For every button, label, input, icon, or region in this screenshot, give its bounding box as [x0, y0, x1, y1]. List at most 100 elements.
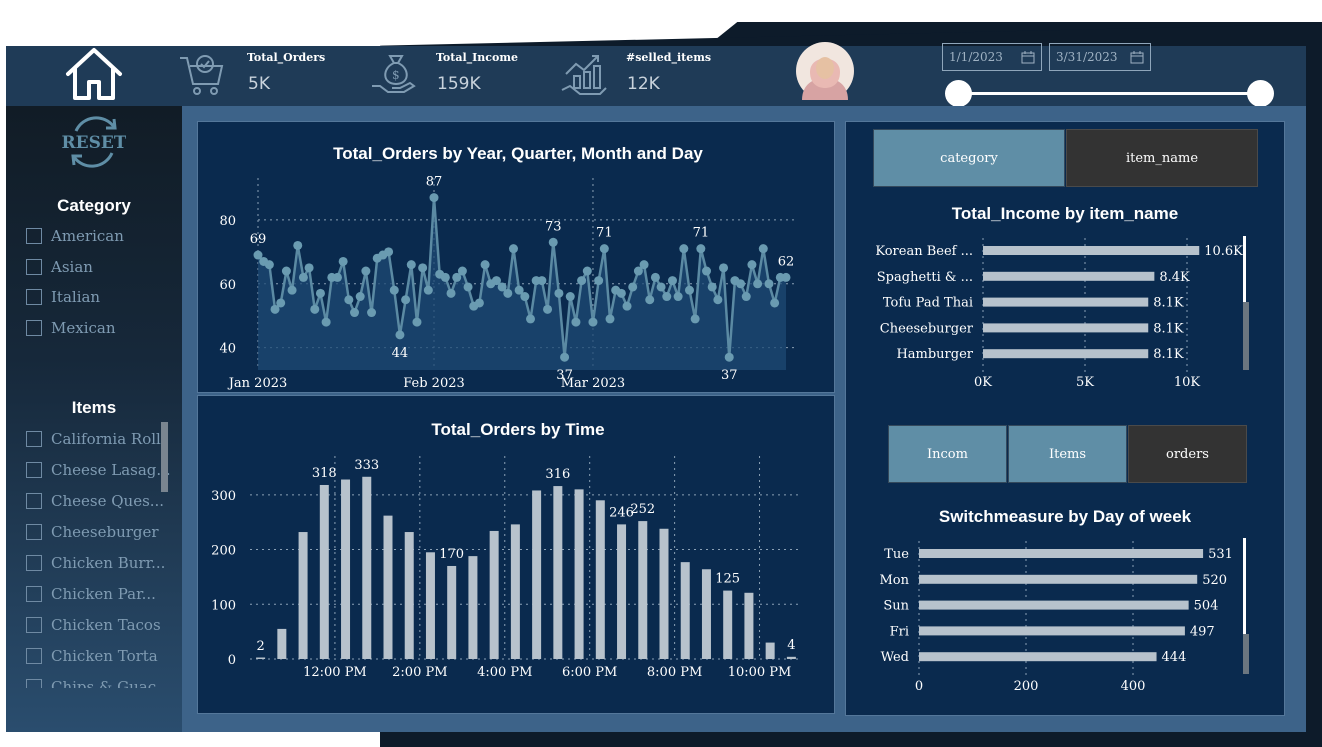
date-slider-end-handle[interactable]	[1247, 80, 1274, 107]
item-option[interactable]: Chicken Tacos	[26, 616, 161, 634]
reset-button[interactable]: RESET	[62, 111, 126, 171]
data-point	[702, 266, 712, 276]
category-checkbox[interactable]	[26, 258, 42, 275]
item-checkbox[interactable]	[26, 648, 42, 664]
category-option[interactable]: American	[26, 227, 124, 245]
item-option[interactable]: Chicken Par...	[26, 585, 156, 603]
bar	[468, 556, 478, 659]
bar-value-label: 316	[545, 467, 570, 482]
y-tick-label: 40	[219, 342, 236, 357]
data-point	[770, 298, 780, 308]
category-checkbox[interactable]	[26, 228, 42, 244]
data-point	[395, 330, 405, 340]
category-label: American	[51, 227, 124, 245]
item-option[interactable]: Cheese Lasag...	[26, 461, 171, 479]
category-option[interactable]: Asian	[26, 258, 93, 276]
item-checkbox[interactable]	[26, 462, 42, 478]
bar	[532, 490, 542, 659]
data-point	[321, 317, 331, 327]
bar-value-label: 252	[630, 502, 655, 517]
calendar-icon[interactable]	[1021, 50, 1035, 64]
data-label: 69	[250, 232, 267, 247]
item-checkbox[interactable]	[26, 617, 42, 633]
item-checkbox[interactable]	[26, 586, 42, 602]
data-point	[616, 288, 626, 298]
bar	[919, 549, 1204, 558]
data-label: 62	[778, 254, 795, 269]
bar	[919, 626, 1185, 636]
data-point	[537, 276, 547, 286]
switch-chart-scrollbar-thumb[interactable]	[1243, 538, 1246, 634]
bar	[919, 574, 1198, 584]
category-checkbox[interactable]	[26, 289, 42, 306]
kpi-income-label: Total_Income	[436, 51, 518, 64]
data-point	[645, 295, 655, 305]
y-tick-label: 60	[219, 278, 236, 293]
category-option[interactable]: Italian	[26, 288, 100, 306]
category-title: Category	[57, 196, 131, 215]
date-slider-start-handle[interactable]	[945, 80, 972, 107]
data-point	[423, 285, 433, 295]
item-checkbox[interactable]	[26, 555, 42, 571]
filter-sidebar: RESET Category American Asian Italian Mexic…	[6, 106, 182, 732]
orders-by-date-chart: 406080Jan 2023 Feb 2023 Mar 20236944877337…	[219, 175, 798, 391]
bar	[744, 592, 754, 659]
bar	[489, 530, 499, 659]
end-date-input[interactable]: 3/31/2023	[1049, 43, 1151, 71]
bar	[277, 628, 287, 659]
category-option[interactable]: Mexican	[26, 319, 116, 337]
kpi-items-value: 12K	[627, 74, 660, 94]
items-scrollbar[interactable]	[161, 422, 168, 492]
calendar-icon[interactable]	[1130, 50, 1144, 64]
y-tick-label: 100	[211, 598, 236, 613]
home-icon[interactable]	[62, 46, 126, 102]
item-option[interactable]: Chicken Torta	[26, 647, 158, 665]
category-checkbox[interactable]	[26, 320, 42, 337]
reset-label: RESET	[62, 133, 126, 153]
data-label: 87	[426, 175, 443, 190]
bar	[510, 524, 520, 659]
item-option[interactable]: Chips & Guac...	[26, 678, 170, 688]
data-point	[310, 304, 320, 314]
bar-value-label: 520	[1202, 573, 1227, 588]
data-point	[594, 276, 604, 286]
data-point	[429, 193, 439, 203]
item-checkbox[interactable]	[26, 524, 42, 540]
category-label: Mon	[879, 573, 909, 588]
data-point	[560, 352, 570, 362]
item-option[interactable]: Cheeseburger	[26, 523, 159, 541]
data-point	[582, 266, 592, 276]
item-label: Chips & Guac...	[51, 678, 171, 688]
data-point	[350, 308, 360, 318]
data-point	[367, 308, 377, 318]
data-point	[622, 301, 632, 311]
switch-chart-scrollbar-track[interactable]	[1243, 634, 1249, 674]
data-point	[384, 247, 394, 257]
y-tick-label: 80	[219, 214, 236, 229]
data-label: 37	[721, 368, 738, 383]
data-point	[554, 288, 564, 298]
data-point	[736, 279, 746, 289]
items-title: Items	[71, 398, 117, 417]
bar	[319, 484, 329, 659]
item-label: Cheese Lasag...	[51, 461, 171, 479]
item-checkbox[interactable]	[26, 493, 42, 509]
item-checkbox[interactable]	[26, 431, 42, 447]
bar-value-label: 170	[439, 547, 464, 562]
bar	[659, 528, 669, 659]
start-date-input[interactable]: 1/1/2023	[942, 43, 1042, 71]
kpi-income-value: 159K	[437, 74, 481, 94]
item-option[interactable]: Chicken Burr...	[26, 554, 165, 572]
data-point	[662, 292, 672, 302]
data-point	[741, 292, 751, 302]
item-label: Chicken Torta	[51, 647, 158, 665]
data-point	[520, 292, 530, 302]
data-point	[753, 279, 763, 289]
bar	[553, 486, 563, 659]
item-option[interactable]: Cheese Ques...	[26, 492, 164, 510]
date-slider-track[interactable]	[959, 92, 1261, 95]
data-point	[667, 276, 677, 286]
item-option[interactable]: California Roll	[26, 430, 161, 448]
orders-by-time-panel: Total_Orders by Time 0 100 200 300 12:00 PM 2…	[197, 395, 835, 714]
item-checkbox[interactable]	[26, 679, 42, 688]
